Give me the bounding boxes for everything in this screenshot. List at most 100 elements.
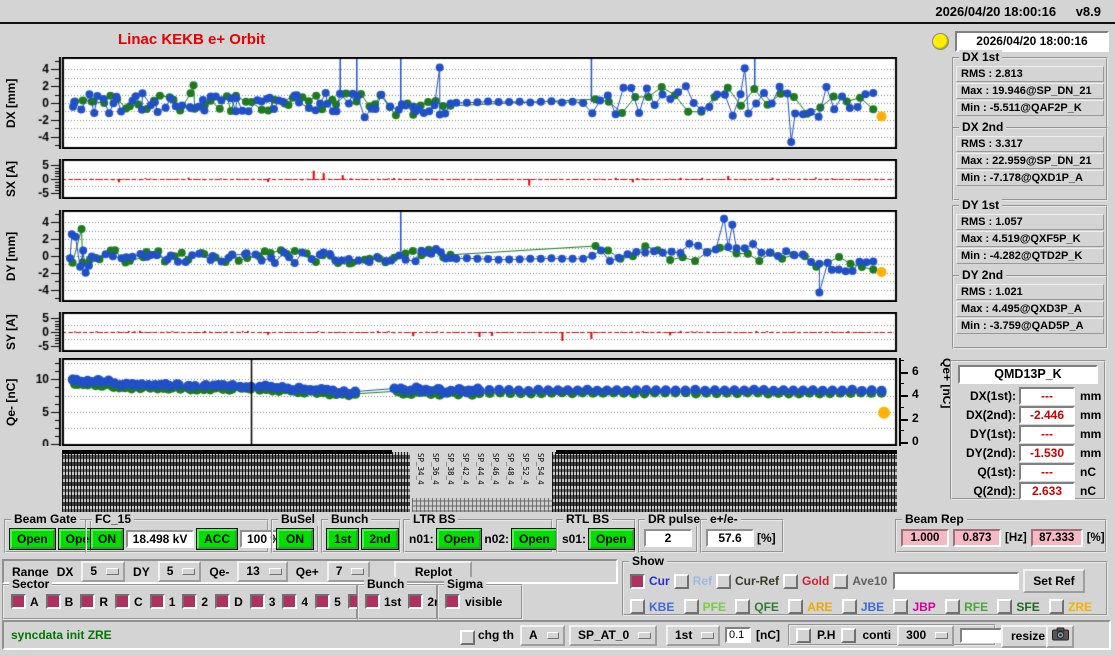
show-jbe-label: JBE [860, 599, 885, 614]
range-dx-dropdown[interactable]: 5 [81, 561, 126, 582]
sector-checkbox-b[interactable] [45, 594, 61, 609]
show-group: Show Cur Ref Cur-Ref Gold Ave10 Set Ref … [622, 554, 1108, 616]
qe-plus-right-axis: 6420 [899, 358, 939, 448]
show-kbe-item: KBE [630, 599, 674, 614]
sigma-visible-checkbox[interactable] [445, 594, 460, 609]
qmd-value: --- [1019, 424, 1075, 443]
conti-checkbox[interactable] [841, 627, 857, 643]
show-sfe-checkbox[interactable] [997, 599, 1013, 614]
heartbeat-indicator[interactable] [932, 33, 949, 50]
qmd-row: DY(1st): --- mm [952, 424, 1104, 443]
range-qem-dropdown[interactable]: 13 [237, 561, 288, 582]
sector-checkbox-r[interactable] [80, 594, 96, 609]
count-dropdown[interactable]: 300 [897, 624, 955, 646]
dropdown-indicator-icon [182, 568, 196, 575]
rms-stat: RMS : 1.057 [956, 214, 1104, 230]
sector-label: R [99, 594, 109, 609]
busel-on-button[interactable]: ON [277, 529, 313, 549]
show-cur-ref-label: Cur-Ref [735, 574, 780, 588]
dropdown-indicator-icon [638, 632, 652, 639]
sector-item: D [215, 594, 243, 609]
ltr-n02-open-button[interactable]: Open [512, 529, 557, 549]
bpm-name-display[interactable]: QMD13P_K [958, 365, 1098, 384]
show-ave10-checkbox[interactable] [833, 573, 849, 589]
show-jbp-checkbox[interactable] [893, 599, 909, 614]
sector-checkbox-d[interactable] [215, 594, 231, 609]
beam-gate-open-button-1[interactable]: Open [10, 529, 55, 549]
show-zre-checkbox[interactable] [1048, 599, 1064, 614]
group-title: Show [629, 554, 667, 568]
sector-checkbox-5[interactable] [315, 594, 331, 609]
bpm-label: SP_42_4 [461, 453, 470, 485]
bpm-select-dropdown[interactable]: SP_AT_0 [569, 625, 658, 646]
beam-rep-hz-unit: [Hz] [1005, 532, 1027, 544]
bunch-select-dropdown[interactable]: 1st [666, 625, 721, 646]
bpm-label: SP_54_4 [536, 453, 545, 485]
bunch-1st-item: 1st [365, 594, 401, 609]
busel-group: BuSel ON [271, 512, 319, 553]
dx-2nd-stats-group: DX 2nd RMS : 3.317 Max : 22.959@SP_DN_21… [952, 120, 1108, 201]
rms-stat: RMS : 3.317 [956, 136, 1104, 152]
dy-orbit-plot [20, 210, 900, 302]
show-rfe-label: RFE [964, 599, 989, 614]
count-input[interactable] [960, 627, 1003, 643]
range-qep-value: 7 [335, 564, 343, 578]
count-value: 300 [906, 627, 927, 642]
beam-rep-pct-unit: [%] [1086, 532, 1105, 544]
sector-checkbox-a[interactable] [11, 594, 26, 609]
show-cur-ref-checkbox[interactable] [716, 573, 732, 589]
show-are-checkbox[interactable] [788, 599, 804, 614]
show-qfe-label: QFE [754, 599, 779, 614]
sector-checkbox-3[interactable] [249, 594, 265, 609]
sector-item: B [45, 594, 73, 609]
sector-select-dropdown[interactable]: A [520, 625, 565, 646]
show-qfe-checkbox[interactable] [735, 599, 751, 614]
ltr-n01-open-button[interactable]: Open [436, 529, 482, 549]
show-pfe-checkbox[interactable] [683, 599, 699, 614]
threshold-input[interactable] [725, 627, 751, 643]
group-title: Sector [9, 577, 53, 591]
sector-label: C [134, 594, 143, 609]
show-zre-label: ZRE [1067, 599, 1092, 614]
qe-axis-label: Qe- [nC] [4, 378, 18, 426]
chg-th-checkbox[interactable] [460, 630, 475, 645]
sector-item: 4 [282, 594, 308, 609]
min-stat: Min : -3.759@QAD5P_A [956, 318, 1104, 334]
rtl-bs-group: RTL BS s01: Open [556, 512, 636, 553]
sector-checkbox-1[interactable] [149, 594, 165, 609]
screenshot-button[interactable] [1046, 625, 1074, 648]
range-dy-dropdown[interactable]: 5 [157, 561, 202, 582]
bunch-1st-button[interactable]: 1st [327, 529, 359, 549]
sector-label: 4 [301, 594, 309, 609]
show-rfe-checkbox[interactable] [945, 599, 961, 614]
ph-checkbox[interactable] [796, 627, 811, 643]
rtl-s01-open-button[interactable]: Open [589, 529, 634, 549]
show-kbe-checkbox[interactable] [630, 599, 645, 614]
set-ref-button[interactable]: Set Ref [1023, 569, 1085, 593]
show-gold-checkbox[interactable] [783, 573, 799, 589]
sector-checkbox-c[interactable] [115, 594, 131, 609]
bunch-1st-checkbox[interactable] [365, 594, 380, 609]
max-stat: Max : 22.959@SP_DN_21 [956, 153, 1104, 169]
fc15-on-button[interactable]: ON [91, 529, 123, 549]
qmd-row: Q(2nd): 2.633 nC [952, 481, 1104, 500]
bunch-2nd-button[interactable]: 2nd [362, 529, 398, 549]
timestamp-box: 2026/04/20 18:00:16 [955, 31, 1109, 52]
bpm-label: SP_44_4 [476, 453, 485, 485]
show-jbe-checkbox[interactable] [841, 599, 857, 614]
sigma-group: Sigma visible [437, 577, 523, 620]
show-ref-checkbox[interactable] [673, 573, 689, 589]
show-cur-checkbox[interactable] [630, 573, 645, 589]
bunch-2nd-checkbox[interactable] [408, 594, 424, 609]
acquisition-group: P.H conti 300 [788, 624, 1003, 646]
show-are-label: ARE [807, 599, 833, 614]
fc15-acc-button[interactable]: ACC [197, 529, 237, 549]
sector-checkbox-4[interactable] [282, 594, 298, 609]
sector-label: A [30, 594, 39, 609]
sector-checkbox-2[interactable] [182, 594, 198, 609]
dropdown-indicator-icon [268, 568, 282, 575]
group-title: DY 1st [959, 198, 1003, 212]
ref-name-input[interactable] [893, 572, 1020, 590]
eplus-eminus-group: e+/e- 57.6 [%] [700, 512, 784, 553]
sector-item: C [115, 594, 143, 609]
